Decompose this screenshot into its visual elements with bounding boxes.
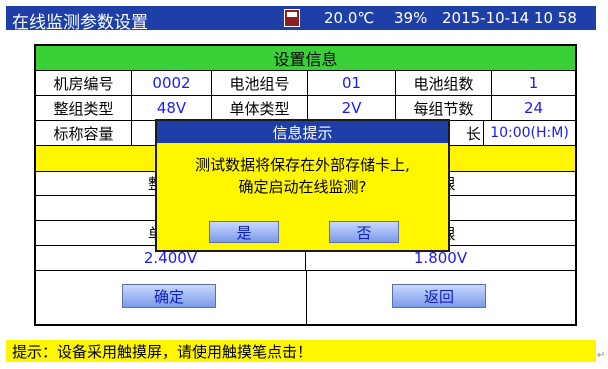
nominal-capacity-label: 标称容量 — [36, 121, 132, 146]
confirm-button[interactable]: 确定 — [122, 284, 216, 308]
page-title: 在线监测参数设置 — [12, 13, 148, 33]
datetime-readout: 2015-10-14 10 58 — [442, 9, 577, 27]
group-type-value[interactable]: 48V — [132, 96, 212, 121]
group-type-label: 整组类型 — [36, 96, 132, 121]
battery-group-count-label: 电池组数 — [396, 71, 492, 96]
battery-group-number-label: 电池组号 — [212, 71, 308, 96]
dialog-message-line-1: 测试数据将保存在外部存储卡上, — [195, 156, 410, 174]
button-divider — [306, 271, 307, 324]
duration-value[interactable]: 10:00(H:M) — [484, 121, 575, 146]
no-button[interactable]: 否 — [329, 221, 399, 243]
title-bar: 在线监测参数设置 20.0℃ 39% 2015-10-14 10 58 — [6, 6, 596, 33]
humidity-readout: 39% — [394, 9, 428, 27]
sd-card-icon — [284, 9, 300, 27]
cell-type-value[interactable]: 2V — [308, 96, 396, 121]
back-button[interactable]: 返回 — [392, 284, 486, 308]
info-dialog: 信息提示 测试数据将保存在外部存储卡上, 确定启动在线监测? 是 否 — [155, 119, 450, 252]
temperature-readout: 20.0℃ — [324, 9, 375, 27]
dialog-title: 信息提示 — [157, 121, 448, 143]
cells-per-group-label: 每组节数 — [396, 96, 492, 121]
return-mark-icon: ↵ — [597, 350, 606, 361]
room-number-value[interactable]: 0002 — [132, 71, 212, 96]
battery-group-number-value[interactable]: 01 — [308, 71, 396, 96]
room-number-label: 机房编号 — [36, 71, 132, 96]
hint-bar: 提示：设备采用触摸屏，请使用触摸笔点击！ — [6, 340, 596, 362]
yes-button[interactable]: 是 — [209, 221, 279, 243]
cells-per-group-value[interactable]: 24 — [492, 96, 575, 121]
cell-type-label: 单体类型 — [212, 96, 308, 121]
battery-group-count-value[interactable]: 1 — [492, 71, 575, 96]
dialog-message-line-2: 确定启动在线监测? — [238, 178, 367, 196]
settings-info-header: 设置信息 — [36, 46, 575, 71]
